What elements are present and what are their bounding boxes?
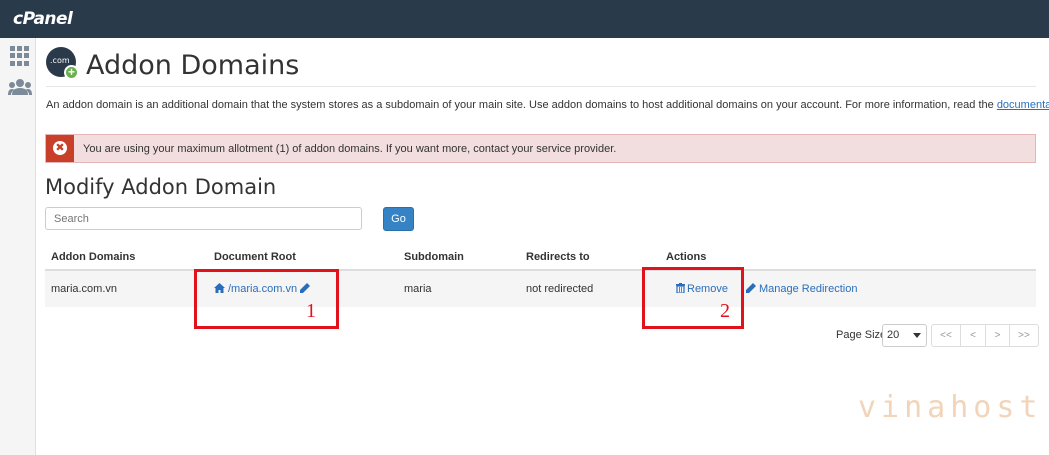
manage-redirection-link[interactable]: Manage Redirection xyxy=(746,283,857,295)
cell-domain: maria.com.vn xyxy=(51,283,118,295)
close-circle-icon: ✖ xyxy=(53,141,67,155)
col-addon-domains[interactable]: Addon Domains xyxy=(51,251,135,263)
watermark-text: vinahost. xyxy=(858,390,1049,425)
caret-down-icon xyxy=(913,333,921,338)
table-header: Addon Domains Document Root Subdomain Re… xyxy=(45,246,1036,271)
alert-text: You are using your maximum allotment (1)… xyxy=(83,143,617,155)
vinahost-watermark: vinahost.✓ xyxy=(858,390,1049,425)
manage-redirection-label[interactable]: Manage Redirection xyxy=(759,283,857,295)
main-content: .com + Addon Domains An addon domain is … xyxy=(36,38,1049,455)
annotation-number-1: 1 xyxy=(306,300,316,322)
page-size-label: Page Size xyxy=(836,329,887,341)
page-size-value[interactable]: 20 xyxy=(887,329,899,341)
pencil-icon xyxy=(746,283,756,293)
left-rail xyxy=(0,38,36,455)
addon-domain-icon: .com + xyxy=(46,47,79,80)
grid-icon[interactable] xyxy=(10,46,32,66)
page-size-select[interactable]: 20 xyxy=(882,324,927,347)
col-document-root[interactable]: Document Root xyxy=(214,251,296,263)
col-redirects-to[interactable]: Redirects to xyxy=(526,251,590,263)
users-icon[interactable] xyxy=(8,78,32,98)
cell-subdomain: maria xyxy=(404,283,432,295)
documentation-link[interactable]: documentation xyxy=(997,99,1049,111)
intro-text: An addon domain is an additional domain … xyxy=(46,99,1049,111)
next-page-button[interactable]: > xyxy=(986,324,1010,347)
annotation-number-2: 2 xyxy=(720,300,730,322)
go-button[interactable]: Go xyxy=(383,207,414,231)
top-bar: cPanel xyxy=(0,0,1049,38)
intro-text-body: An addon domain is an additional domain … xyxy=(46,99,997,111)
col-actions: Actions xyxy=(666,251,707,263)
first-page-button[interactable]: << xyxy=(931,324,961,347)
last-page-button[interactable]: >> xyxy=(1010,324,1039,347)
cell-redirects: not redirected xyxy=(526,283,594,295)
allotment-alert: ✖ You are using your maximum allotment (… xyxy=(45,134,1036,163)
col-subdomain[interactable]: Subdomain xyxy=(404,251,464,263)
search-input[interactable] xyxy=(45,207,362,230)
cpanel-logo[interactable]: cPanel xyxy=(13,9,73,29)
section-title: Modify Addon Domain xyxy=(45,175,277,199)
pagination: << < > >> xyxy=(931,324,1039,347)
prev-page-button[interactable]: < xyxy=(961,324,986,347)
annotation-box-1 xyxy=(194,269,339,329)
alert-icon-bar: ✖ xyxy=(46,135,74,162)
page-title: Addon Domains xyxy=(86,50,300,81)
title-divider xyxy=(46,86,1036,87)
